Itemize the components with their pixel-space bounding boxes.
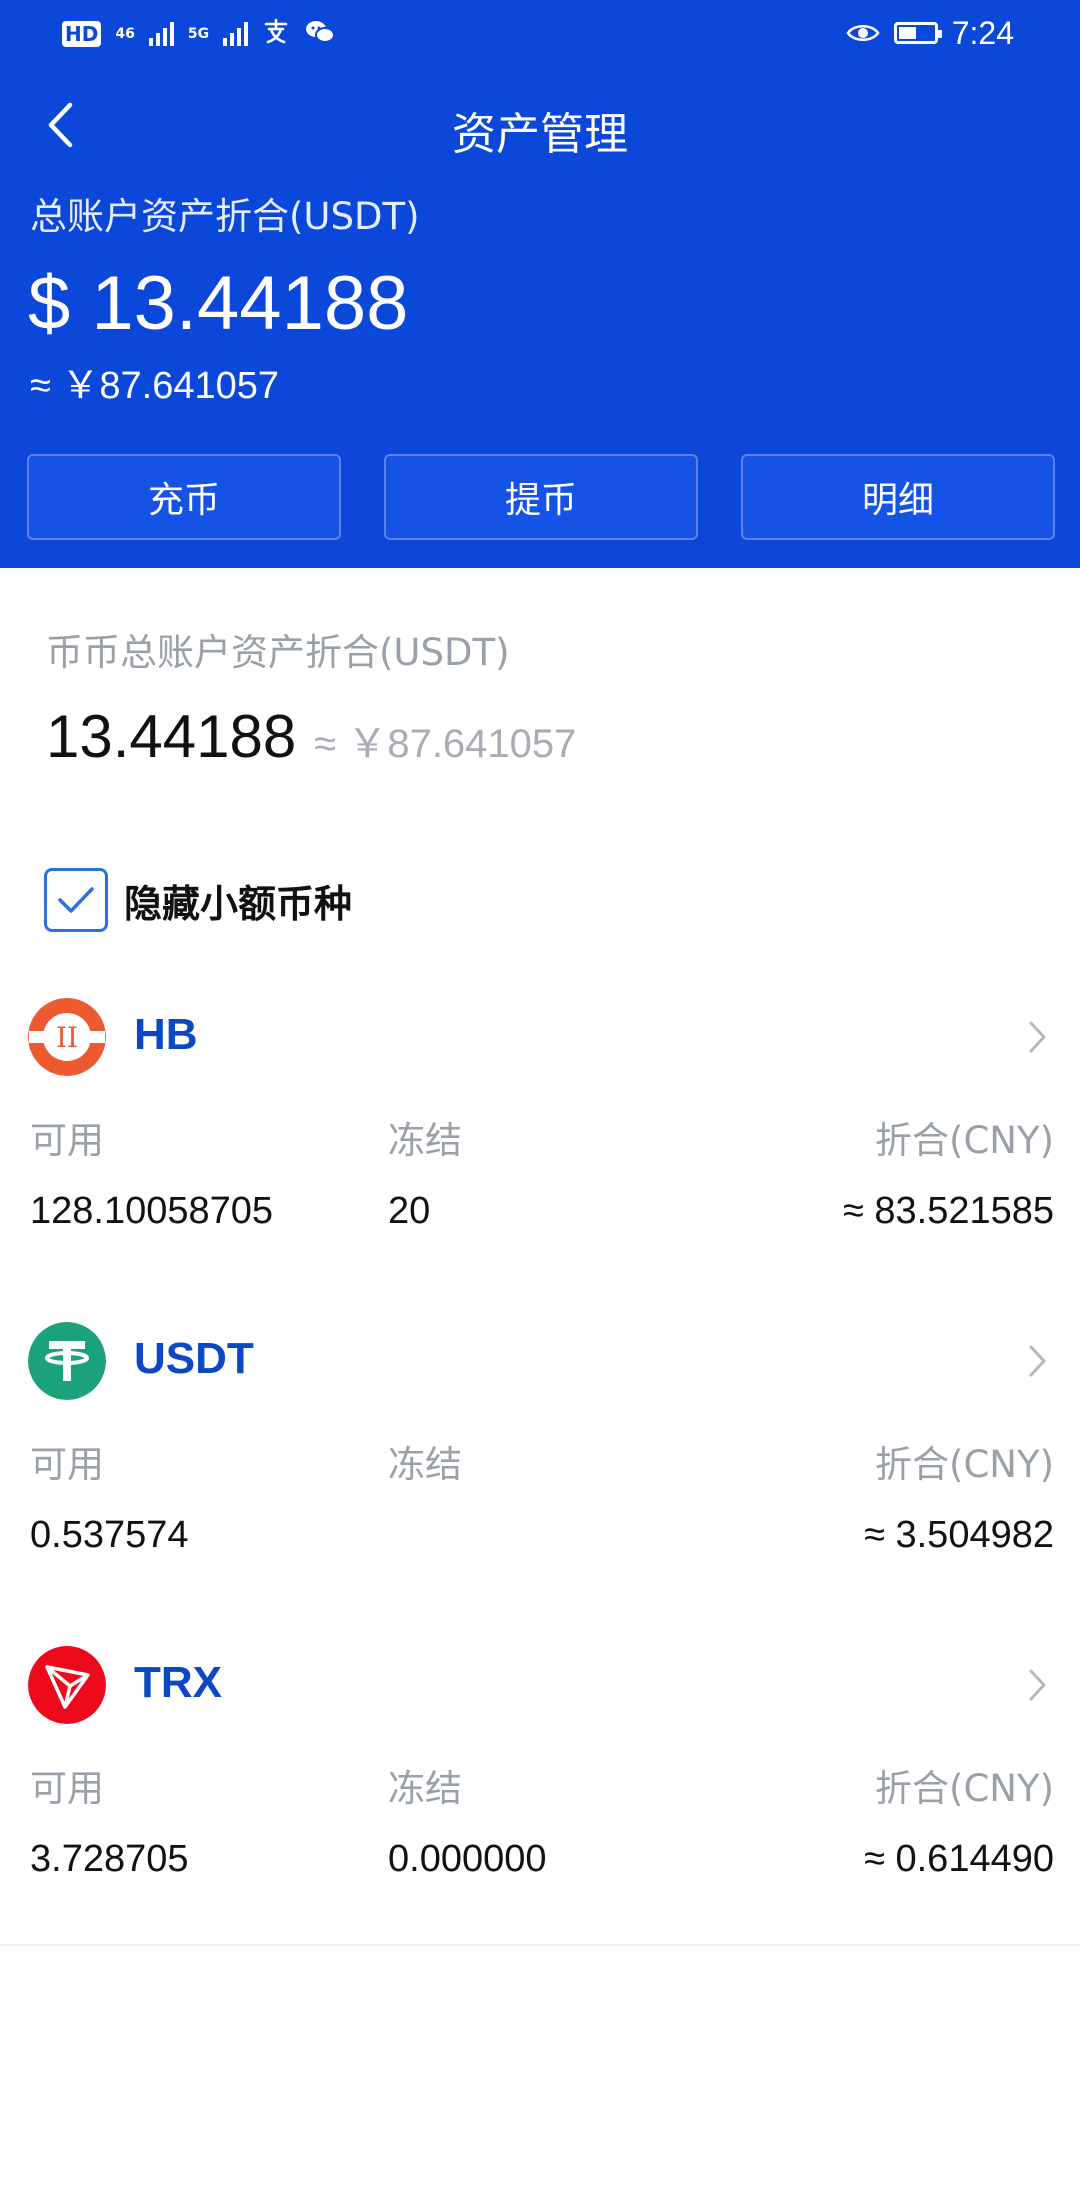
hide-small-checkbox[interactable] <box>44 868 108 932</box>
page-title: 资产管理 <box>452 109 628 160</box>
chevron-right-icon <box>1029 1669 1046 1701</box>
header-panel: HD 46 5G 7:24 资产管理 总账户资产折合(USDT) $ 13.44… <box>0 0 1080 568</box>
value-label: 折合(CNY) <box>875 1767 1054 1810</box>
list-end-divider <box>0 1944 1080 1946</box>
hide-small-toggle[interactable]: 隐藏小额币种 <box>44 868 352 932</box>
total-assets-cny: ≈ ￥87.641057 <box>30 365 280 407</box>
frozen-label: 冻结 <box>388 1443 462 1486</box>
deposit-button[interactable]: 充币 <box>27 454 341 540</box>
status-left: HD 46 5G <box>62 16 336 52</box>
coin-card-hb[interactable]: II HB 可用 冻结 折合(CNY) 128.10058705 20 ≈ 83… <box>0 998 1080 1322</box>
coin-name: HB <box>134 1010 198 1059</box>
value-label: 折合(CNY) <box>875 1443 1054 1486</box>
chevron-right-icon <box>1029 1345 1046 1377</box>
spot-assets-usd: 13.44188 <box>46 703 297 770</box>
signal-icon-2 <box>223 22 249 46</box>
hd-badge: HD <box>62 21 102 47</box>
spot-assets-cny: ≈ ￥87.641057 <box>314 722 577 766</box>
available-value: 128.10058705 <box>30 1190 274 1232</box>
cny-value: ≈ 0.614490 <box>864 1838 1054 1880</box>
sim2-label: 5G <box>187 26 210 42</box>
withdraw-button[interactable]: 提币 <box>384 454 698 540</box>
battery-icon <box>893 22 942 44</box>
available-label: 可用 <box>30 1119 104 1162</box>
spot-account-summary: 币币总账户资产折合(USDT) 13.44188 ≈ ￥87.641057 <box>46 622 576 771</box>
checkmark-icon <box>58 887 94 913</box>
spot-values: 13.44188 ≈ ￥87.641057 <box>46 702 576 771</box>
total-assets-usd: $ 13.44188 <box>28 261 409 346</box>
nav-bar: 资产管理 <box>0 80 1080 170</box>
frozen-value: 0.000000 <box>388 1838 547 1880</box>
details-button[interactable]: 明细 <box>741 454 1055 540</box>
sim1-label: 46 <box>115 26 135 42</box>
wechat-icon <box>304 18 336 50</box>
coin-card-trx[interactable]: TRX 可用 冻结 折合(CNY) 3.728705 0.000000 ≈ 0.… <box>0 1646 1080 1970</box>
frozen-label: 冻结 <box>388 1767 462 1810</box>
trx-logo-icon <box>28 1646 106 1724</box>
available-label: 可用 <box>30 1767 104 1810</box>
alipay-icon <box>262 17 290 52</box>
spot-assets-label: 币币总账户资产折合(USDT) <box>46 631 510 674</box>
status-right: 7:24 <box>846 14 1014 52</box>
action-buttons: 充币 提币 明细 <box>27 454 1055 540</box>
usdt-logo-icon <box>28 1322 106 1400</box>
status-bar: HD 46 5G 7:24 <box>0 0 1080 68</box>
coin-name: USDT <box>134 1334 254 1383</box>
available-label: 可用 <box>30 1443 104 1486</box>
coin-name: TRX <box>134 1658 222 1707</box>
value-label: 折合(CNY) <box>875 1119 1054 1162</box>
svg-text:II: II <box>56 1021 78 1054</box>
hb-logo-icon: II <box>28 998 106 1076</box>
chevron-right-icon <box>1029 1021 1046 1053</box>
coin-header[interactable]: II HB <box>28 998 1052 1078</box>
coin-card-usdt[interactable]: USDT 可用 冻结 折合(CNY) 0.537574 ≈ 3.504982 <box>0 1322 1080 1646</box>
total-assets-label: 总账户资产折合(USDT) <box>30 195 420 238</box>
hide-small-label: 隐藏小额币种 <box>124 881 353 926</box>
cny-value: ≈ 3.504982 <box>864 1514 1054 1556</box>
battery-level <box>898 27 916 39</box>
cny-value: ≈ 83.521585 <box>842 1190 1054 1232</box>
clock: 7:24 <box>951 14 1014 51</box>
eye-icon <box>846 24 880 42</box>
frozen-value: 20 <box>388 1190 431 1232</box>
available-value: 0.537574 <box>30 1514 189 1556</box>
coin-header[interactable]: TRX <box>28 1646 1052 1726</box>
available-value: 3.728705 <box>30 1838 189 1880</box>
coin-header[interactable]: USDT <box>28 1322 1052 1402</box>
signal-icon <box>148 22 174 46</box>
frozen-label: 冻结 <box>388 1119 462 1162</box>
